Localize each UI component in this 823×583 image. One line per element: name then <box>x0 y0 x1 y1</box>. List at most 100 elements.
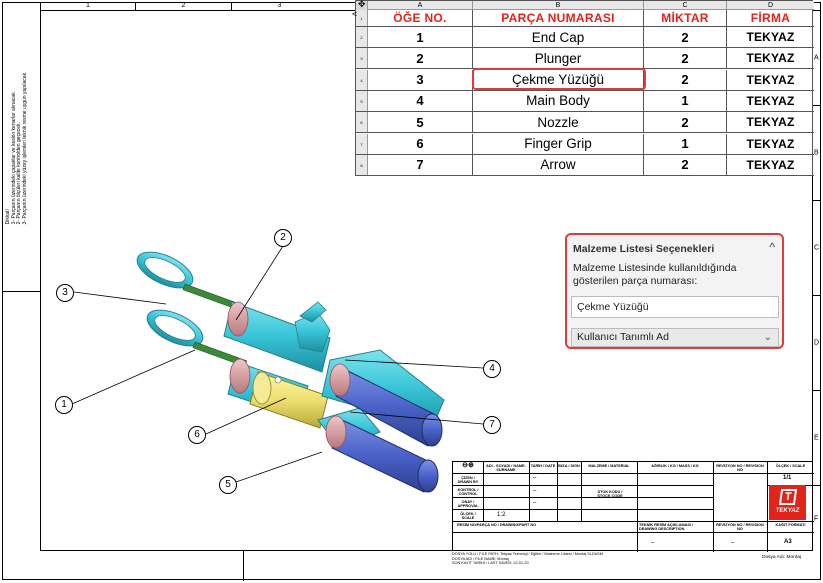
tekyaz-logo: T TEKYAZ <box>769 485 806 520</box>
title-block: ⊖⊕ ADI - SOYADI / NAME-SURNAME TARİH / D… <box>452 461 814 552</box>
bom-row-number[interactable]: 5 <box>356 90 368 111</box>
tb-role-drawn: ÇİZEN / DRAWN BY <box>457 476 479 484</box>
bom-cell-qty[interactable]: 2 <box>644 48 727 69</box>
display-mode-dropdown[interactable]: Kullanıcı Tanımlı Ad ⌄ <box>571 328 779 347</box>
leader-lines <box>71 245 484 483</box>
bom-row[interactable]: 3 2 Plunger 2 TEKYAZ <box>356 48 814 70</box>
tb-revision-label: REVİZYON NO / REVISION NO <box>716 523 764 531</box>
bom-cell-firm[interactable]: TEKYAZ <box>727 112 814 132</box>
bom-row-number[interactable]: 4 <box>356 69 368 90</box>
tb-scale-value: 1:2 <box>497 512 506 518</box>
bom-options-panel: Malzeme Listesi Seçenekleri ^ Malzeme Li… <box>565 233 784 349</box>
tb-dash: – <box>533 488 537 494</box>
bom-cell-qty[interactable]: 1 <box>644 133 727 154</box>
tekyaz-logo-icon: T <box>778 489 798 505</box>
bom-header-item-no[interactable]: ÖĞE NO. <box>368 10 473 26</box>
bom-cell-part[interactable]: End Cap <box>473 27 644 47</box>
bom-row[interactable]: 8 7 Arrow 2 TEKYAZ <box>356 154 814 176</box>
bom-cell-firm[interactable]: TEKYAZ <box>727 134 814 154</box>
bom-row-number[interactable]: 2 <box>356 27 368 47</box>
tb-dash: – <box>651 540 655 546</box>
bom-cell-part[interactable]: Plunger <box>473 48 644 69</box>
tb-role-approval: ONAY / APPROVAL <box>457 500 479 508</box>
bom-cell-firm[interactable]: TEKYAZ <box>727 70 814 90</box>
bom-cell-part[interactable]: Nozzle <box>473 112 644 133</box>
balloon-3[interactable]: 3 <box>56 284 74 302</box>
balloon-7[interactable]: 7 <box>483 416 501 434</box>
collapse-chevron-icon[interactable]: ^ <box>769 240 775 254</box>
bom-row[interactable]: 2 1 End Cap 2 TEKYAZ <box>356 27 814 48</box>
balloon-4[interactable]: 4 <box>483 360 501 378</box>
bom-row[interactable]: 6 5 Nozzle 2 TEKYAZ <box>356 112 814 134</box>
tb-header-revision: REVİZYON NO / REVISION NO <box>716 464 764 472</box>
tb-role-scale: ÖLÇEK / SCALE <box>460 512 476 520</box>
bom-cell-firm[interactable]: TEKYAZ <box>727 48 814 68</box>
bom-column-d[interactable]: D <box>727 1 814 10</box>
tb-stock-code-label: STOK KODU / STOCK CODE <box>597 490 623 498</box>
bom-column-a[interactable]: A <box>368 1 473 10</box>
tb-header-sign: İMZA / SIGN <box>558 464 580 468</box>
bom-row[interactable]: 7 6 Finger Grip 1 TEKYAZ <box>356 133 814 155</box>
drawing-sheet: 1 2 3 A B C D E F Dikkat! 1- Parçanın üz… <box>0 0 823 583</box>
bom-header-part-number[interactable]: PARÇA NUMARASI <box>473 10 644 26</box>
bom-cell-part[interactable]: Main Body <box>473 90 644 111</box>
tb-format-label: KAĞIT FORMATI <box>775 523 806 527</box>
panel-title: Malzeme Listesi Seçenekleri <box>573 243 715 255</box>
bom-cell-qty[interactable]: 1 <box>644 90 727 111</box>
bom-table[interactable]: A B C D 1 ÖĞE NO. PARÇA NUMARASI MİKTAR … <box>355 0 814 176</box>
bom-header-quantity[interactable]: MİKTAR <box>644 10 727 26</box>
display-mode-value: Kullanıcı Tanımlı Ad <box>577 331 670 343</box>
bom-cell-item[interactable]: 1 <box>368 27 473 47</box>
bom-cell-item[interactable]: 5 <box>368 112 473 133</box>
bom-header-company[interactable]: FİRMA <box>727 10 814 26</box>
bom-column-b[interactable]: B <box>473 1 644 10</box>
bom-column-c[interactable]: C <box>644 1 727 10</box>
bom-column-header-bar: A B C D <box>356 1 814 10</box>
balloon-5[interactable]: 5 <box>219 476 237 494</box>
title-block-icon: ⊖⊕ <box>462 462 474 469</box>
tb-description-label: TEKNİK RESİM AÇIKLAMASI / DRAWING DESCRI… <box>639 523 694 531</box>
bom-row-number[interactable]: 1 <box>356 10 368 26</box>
tb-format-value: A3 <box>784 539 792 545</box>
bom-row-number[interactable]: 3 <box>356 48 368 69</box>
tb-header-mass: AĞIRLIK / KG / MASS / KG <box>651 464 699 468</box>
bom-cell-item[interactable]: 3 <box>368 69 473 90</box>
part-number-input[interactable]: Çekme Yüzüğü <box>571 296 779 318</box>
tb-header-scale: ÖLÇEK / SCALE <box>775 464 806 468</box>
tb-header-material: MALZEME / MATERIAL <box>588 464 630 468</box>
tb-header-name: ADI - SOYADI / NAME-SURNAME <box>486 464 526 472</box>
panel-description: Malzeme Listesinde kullanıldığında göste… <box>573 262 737 287</box>
bom-cell-firm[interactable]: TEKYAZ <box>727 27 814 47</box>
balloon-2[interactable]: 2 <box>274 229 292 247</box>
part-nozzles[interactable] <box>317 349 445 493</box>
bom-cell-item[interactable]: 6 <box>368 133 473 154</box>
last-saved: SON KAYIT TARİHİ / LAST SAVED: 22-01-20 <box>452 561 529 566</box>
bom-cell-item[interactable]: 2 <box>368 48 473 69</box>
tb-sheet-value: 1/1 <box>783 475 792 481</box>
footer-filename: Dosya Adı: Montaj <box>762 555 801 560</box>
bom-header-row[interactable]: 1 ÖĞE NO. PARÇA NUMARASI MİKTAR FİRMA <box>356 10 814 27</box>
bom-cell-firm[interactable]: TEKYAZ <box>727 91 814 111</box>
selected-cell-highlight <box>472 67 646 90</box>
bom-cell-part[interactable]: Finger Grip <box>473 133 644 154</box>
bom-row-number[interactable]: 7 <box>356 133 368 154</box>
bom-row-number[interactable]: 8 <box>356 154 368 175</box>
tb-dash: – <box>731 540 735 546</box>
bom-cell-qty[interactable]: 2 <box>644 112 727 133</box>
table-move-handle-icon[interactable]: ✥ <box>358 0 370 9</box>
table-collapse-icon[interactable]: < <box>352 9 357 23</box>
bom-cell-item[interactable]: 4 <box>368 90 473 111</box>
file-info: DOSYA YOLU / FILE PATH: Tekyaz Teknoloji… <box>452 552 772 566</box>
balloon-1[interactable]: 1 <box>55 396 73 414</box>
bom-cell-qty[interactable]: 2 <box>644 69 727 90</box>
bom-cell-qty[interactable]: 2 <box>644 154 727 175</box>
bom-cell-firm[interactable]: TEKYAZ <box>727 155 814 175</box>
part-end-caps[interactable] <box>132 245 208 354</box>
bom-row[interactable]: 5 4 Main Body 1 TEKYAZ <box>356 90 814 112</box>
tekyaz-logo-text: TEKYAZ <box>775 508 800 514</box>
bom-cell-part[interactable]: Arrow <box>473 154 644 175</box>
bom-cell-qty[interactable]: 2 <box>644 27 727 47</box>
balloon-6[interactable]: 6 <box>188 426 206 444</box>
bom-cell-item[interactable]: 7 <box>368 154 473 175</box>
bom-row-number[interactable]: 6 <box>356 112 368 133</box>
